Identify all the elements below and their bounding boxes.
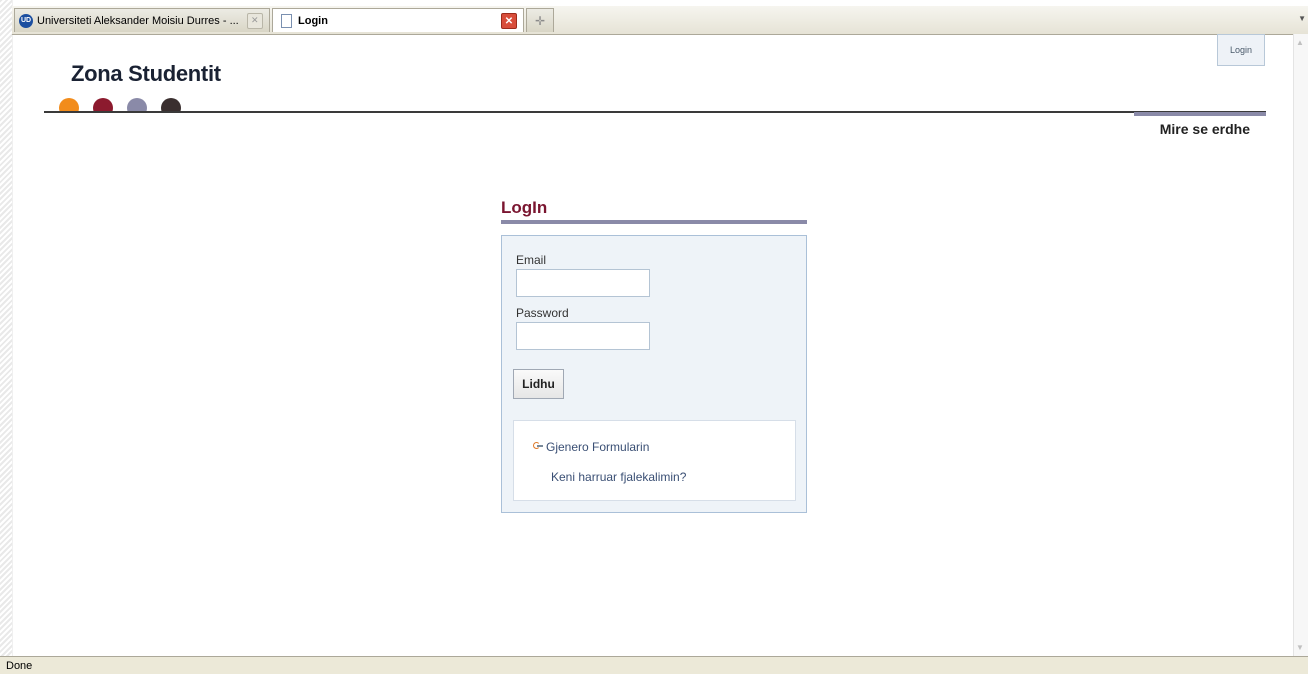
page-icon	[281, 13, 292, 28]
email-label: Email	[516, 253, 547, 267]
browser-tab-bar: UD Universiteti Aleksander Moisiu Durres…	[12, 6, 1308, 35]
new-tab-button[interactable]: ✛	[526, 8, 554, 32]
logo-dot-maroon	[93, 98, 113, 112]
form-link-icon	[531, 440, 543, 452]
scroll-up-icon[interactable]: ▲	[1296, 38, 1304, 47]
close-icon[interactable]: ✕	[501, 13, 517, 29]
close-icon[interactable]: ✕	[246, 12, 263, 29]
chevron-down-icon[interactable]: ▼	[1298, 14, 1306, 23]
generate-form-link[interactable]: Gjenero Formularin	[531, 440, 649, 454]
tab-title: Universiteti Aleksander Moisiu Durres - …	[37, 14, 239, 27]
logo-dots	[40, 98, 210, 112]
logo-dot-lavender	[127, 98, 147, 112]
ud-logo-icon: UD	[19, 13, 33, 28]
login-submit-button[interactable]: Lidhu	[513, 369, 564, 399]
tab-title: Login	[298, 14, 328, 27]
forgot-password-link[interactable]: Keni harruar fjalekalimin?	[551, 470, 686, 484]
login-form: Email Password Lidhu Gjenero Formularin …	[501, 235, 807, 513]
header-accent-bar	[1134, 112, 1266, 116]
status-text: Done	[6, 660, 33, 672]
login-links-box: Gjenero Formularin Keni harruar fjalekal…	[513, 420, 796, 501]
header-login-link[interactable]: Login	[1217, 34, 1265, 66]
page-background-pattern	[0, 0, 13, 656]
scroll-down-icon[interactable]: ▼	[1296, 643, 1304, 652]
email-field[interactable]	[516, 269, 650, 297]
login-heading: LogIn	[501, 198, 548, 217]
logo-dot-dark	[161, 98, 181, 112]
welcome-text: Mire se erdhe	[1159, 121, 1250, 137]
vertical-scrollbar[interactable]: ▲ ▼	[1293, 34, 1308, 656]
password-label: Password	[516, 306, 569, 320]
site-logo-text: Zona Studentit	[71, 61, 221, 86]
generate-form-label: Gjenero Formularin	[546, 440, 650, 454]
logo-dot-orange	[59, 98, 79, 112]
browser-status-bar: Done	[0, 656, 1308, 674]
tab-university[interactable]: UD Universiteti Aleksander Moisiu Durres…	[14, 8, 270, 32]
tab-login[interactable]: Login ✕	[272, 8, 524, 32]
header-divider	[44, 111, 1266, 113]
password-field[interactable]	[516, 322, 650, 350]
login-heading-underline	[501, 220, 807, 224]
